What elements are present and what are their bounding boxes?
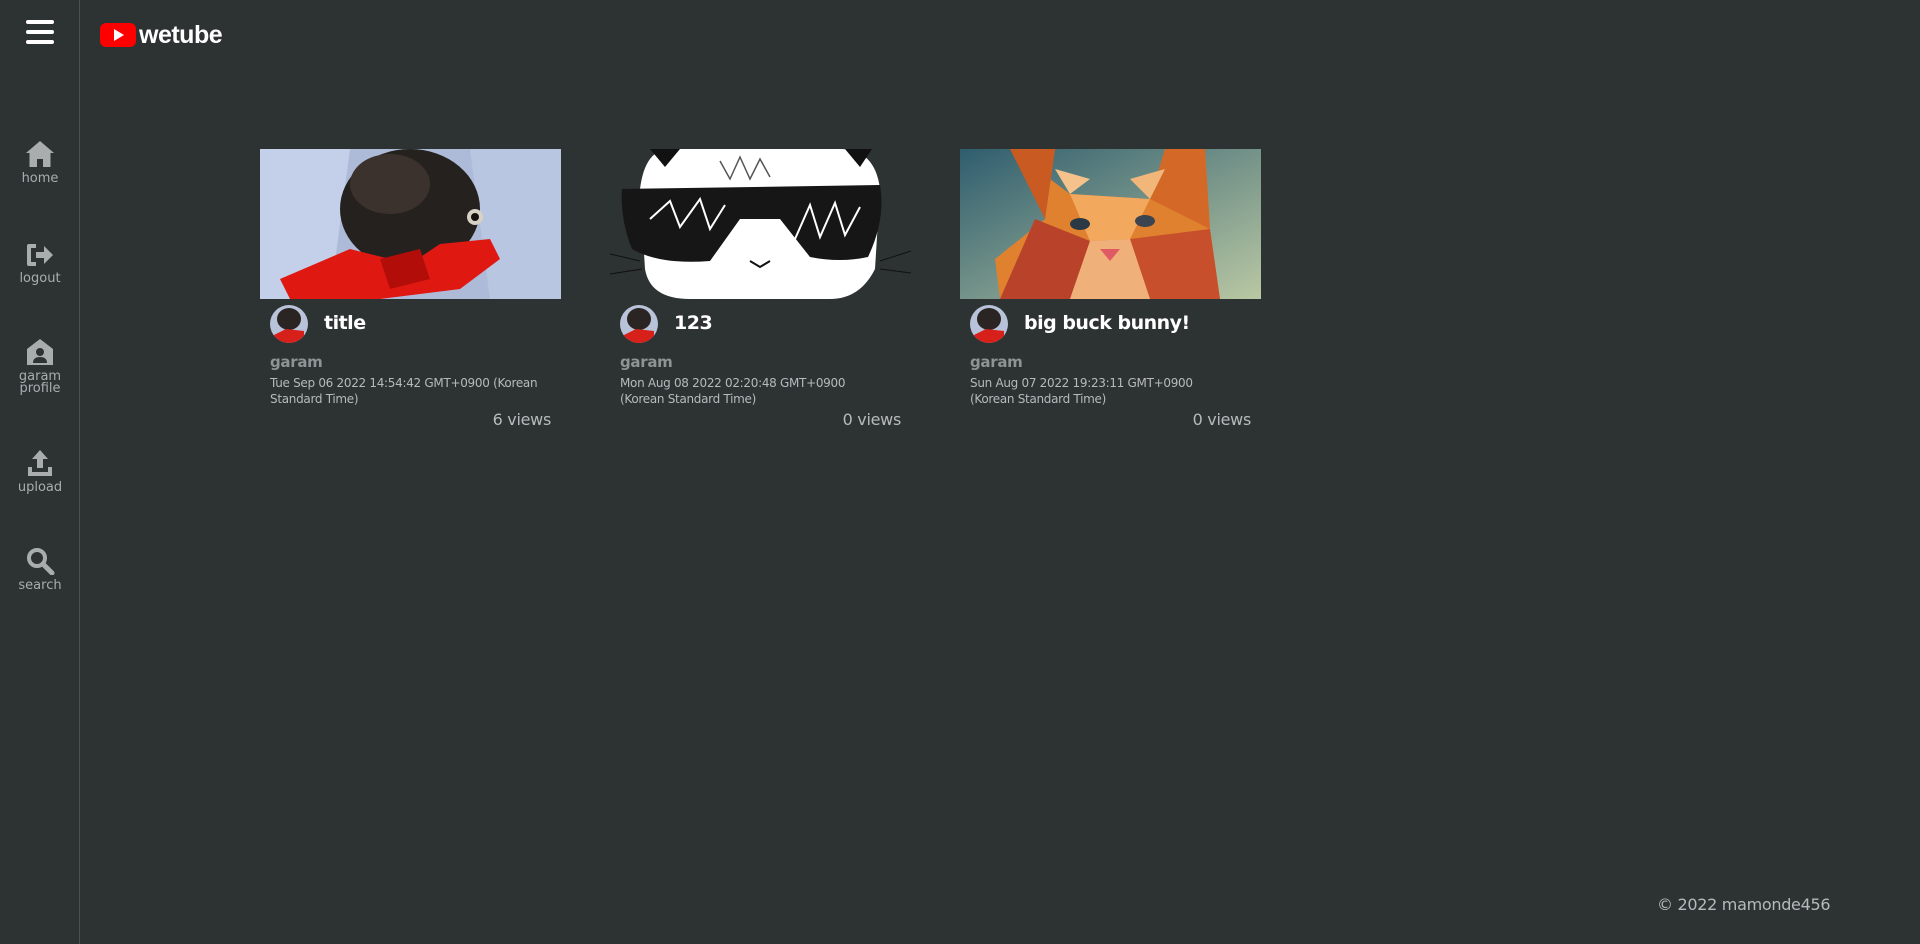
video-owner[interactable]: garam xyxy=(970,353,1023,371)
sidebar: home logout garam profile upload search xyxy=(0,0,80,944)
home-icon xyxy=(26,141,54,167)
video-title[interactable]: big buck bunny! xyxy=(1024,312,1190,334)
sidebar-item-profile[interactable]: garam profile xyxy=(0,338,80,395)
sidebar-item-label: upload xyxy=(17,480,63,495)
avatar[interactable] xyxy=(970,305,1008,343)
hamburger-menu-icon[interactable] xyxy=(26,20,54,46)
video-views: 0 views xyxy=(1192,410,1252,429)
sidebar-item-upload[interactable]: upload xyxy=(0,449,80,494)
video-thumbnail[interactable] xyxy=(260,149,561,299)
video-card[interactable]: title garam Tue Sep 06 2022 14:54:42 GMT… xyxy=(260,149,561,429)
search-icon xyxy=(27,548,55,575)
sidebar-item-label: search xyxy=(18,578,62,593)
user-house-icon xyxy=(27,339,53,365)
video-title[interactable]: 123 xyxy=(674,312,713,334)
sidebar-item-label: garam profile xyxy=(18,369,62,396)
video-title[interactable]: title xyxy=(324,312,366,334)
video-card[interactable]: big buck bunny! garam Sun Aug 07 2022 19… xyxy=(960,149,1261,429)
sidebar-item-logout[interactable]: logout xyxy=(0,242,80,285)
video-date: Tue Sep 06 2022 14:54:42 GMT+0900 (Korea… xyxy=(270,376,538,406)
avatar[interactable] xyxy=(270,305,308,343)
upload-icon xyxy=(28,450,52,476)
sidebar-item-label: home xyxy=(21,171,59,186)
youtube-play-icon xyxy=(100,23,136,47)
video-thumbnail[interactable] xyxy=(960,149,1261,299)
video-owner[interactable]: garam xyxy=(620,353,673,371)
app-name: wetube xyxy=(139,20,223,49)
video-views: 0 views xyxy=(842,410,902,429)
video-date: Sun Aug 07 2022 19:23:11 GMT+0900 (Korea… xyxy=(970,376,1193,406)
sidebar-item-label: logout xyxy=(19,271,61,286)
video-views: 6 views xyxy=(492,410,552,429)
video-card[interactable]: 123 garam Mon Aug 08 2022 02:20:48 GMT+0… xyxy=(610,149,911,429)
video-date: Mon Aug 08 2022 02:20:48 GMT+0900 (Korea… xyxy=(620,376,846,406)
avatar[interactable] xyxy=(620,305,658,343)
video-thumbnail[interactable] xyxy=(610,149,911,299)
footer-copyright: © 2022 mamonde456 xyxy=(1657,895,1831,914)
sidebar-item-search[interactable]: search xyxy=(0,547,80,592)
video-owner[interactable]: garam xyxy=(270,353,323,371)
logout-icon xyxy=(27,244,53,266)
wetube-logo[interactable]: wetube xyxy=(100,20,223,50)
sidebar-item-home[interactable]: home xyxy=(0,140,80,185)
